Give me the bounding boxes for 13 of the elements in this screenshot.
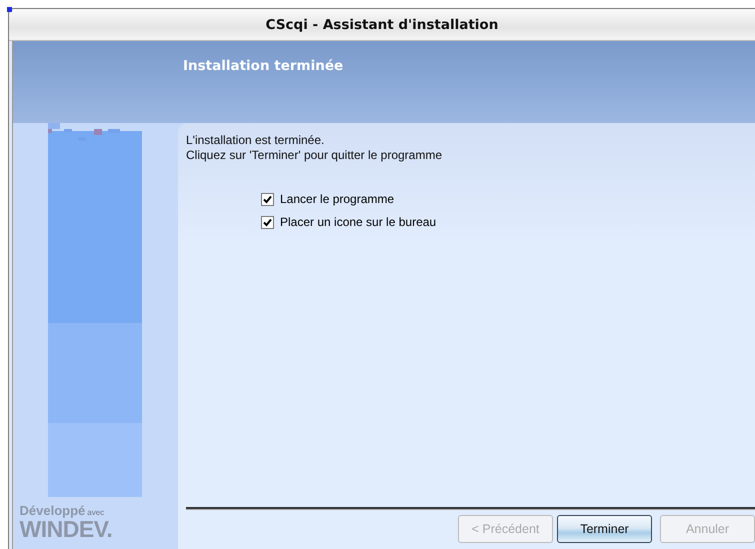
message-text: L'installation est terminée. (186, 133, 326, 148)
checkbox-option[interactable]: Placer un icone sur le bureau (261, 215, 755, 229)
logo-text: Développé (20, 503, 86, 518)
checkbox[interactable] (261, 192, 274, 206)
wizard-button[interactable]: Terminer (557, 515, 652, 543)
logo-text: WINDEV. (20, 518, 112, 540)
logo-text: avec (87, 508, 104, 517)
message-text: Cliquez sur 'Terminer' pour quitter le programme (186, 148, 444, 163)
window-corner-mark (7, 7, 12, 12)
window-title: CScqi - Assistant d'installation (266, 16, 498, 32)
checkbox-option[interactable]: Lancer le programme (261, 192, 755, 206)
checkbox[interactable] (261, 216, 274, 228)
page-title: Installation terminée (183, 58, 344, 74)
